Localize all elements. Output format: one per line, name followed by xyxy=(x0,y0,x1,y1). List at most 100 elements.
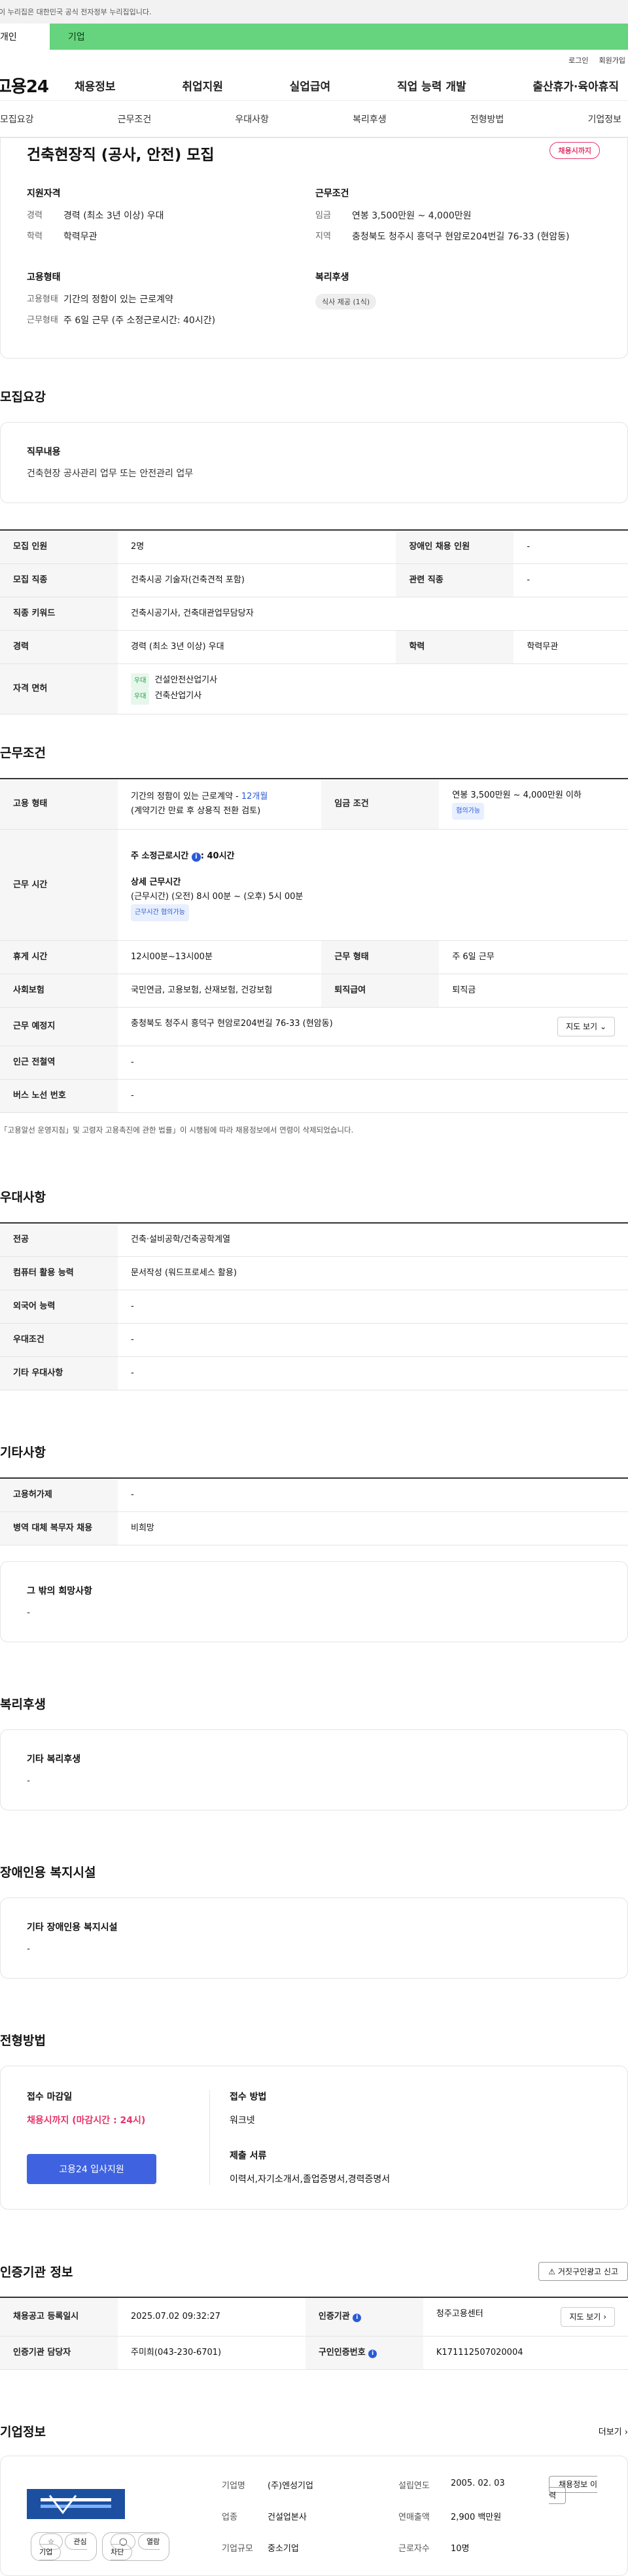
table-row: 고용 형태 기간의 정함이 있는 근로계약 - 12개월 (계약기간 만료 후 … xyxy=(0,779,628,830)
table-row: 기타 우대사항 - xyxy=(0,1356,628,1390)
agency-header: 인증기관 정보 ⚠ 거짓구인광고 신고 xyxy=(0,2262,628,2281)
apply-button[interactable]: 고용24 입사지원 xyxy=(27,2154,156,2184)
place-value: 충청북도 청주시 흥덕구 현암로204번길 76-33 (현암동) xyxy=(131,1019,333,1029)
cell-value: 건축·설비공학/건축공학계열 xyxy=(118,1223,628,1257)
table-row: 사회보험 국민연금, 고용보험, 산재보험, 건강보험 퇴직급여 퇴직금 xyxy=(0,974,628,1008)
hours-tag: 근무시간 협의가능 xyxy=(131,904,189,921)
cell-key: 인증기관 담당자 xyxy=(0,2336,118,2370)
chevron-right-icon: › xyxy=(624,2427,628,2437)
table-row: 휴게 시간 12시00분~13시00분 근무 형태 주 6일 근무 xyxy=(0,940,628,974)
etc-table: 고용허가제 - 병역 대체 복무자 채용 비희망 xyxy=(0,1477,628,1545)
more-link[interactable]: 더보기 › xyxy=(599,2425,628,2437)
duty-heading: 직무내용 xyxy=(27,447,61,457)
wish-heading: 그 밖의 희망사항 xyxy=(27,1586,92,1597)
qual-value: 경력 (최소 3년 이상) 우대 xyxy=(63,211,164,221)
emp-value: 기간의 정함이 있는 근로계약 xyxy=(63,294,173,305)
cond-value: 충청북도 청주시 흥덕구 현암로204번길 76-33 (현암동) xyxy=(352,232,570,242)
inst-key: 인증기관 xyxy=(318,2312,350,2321)
subnav-apply[interactable]: 전형방법 xyxy=(470,113,504,126)
cell-value: - xyxy=(118,1356,628,1390)
cell-value: 퇴직금 xyxy=(439,974,628,1008)
history-button[interactable]: 채용정보 이력 xyxy=(549,2476,598,2504)
join-link[interactable]: 회원가입 xyxy=(599,55,625,65)
subnav-work[interactable]: 근무조건 xyxy=(118,113,152,126)
block-button[interactable]: ◯ 열람차단 xyxy=(102,2532,169,2561)
section-nav: 모집요강 근무조건 우대사항 복리후생 전형방법 기업정보 xyxy=(0,101,628,137)
info-key: 기업규모 xyxy=(222,2544,253,2554)
cell-key: 근무 시간 xyxy=(0,829,118,941)
info-icon[interactable]: i xyxy=(191,852,201,862)
table-row: 병역 대체 복무자 채용 비희망 xyxy=(0,1511,628,1545)
welfare-heading: 복리후생 xyxy=(315,272,349,283)
cell-value: 비희망 xyxy=(118,1511,628,1545)
docs-text: 이력서,자기소개서,졸업증명서,경력증명서 xyxy=(230,2174,391,2185)
subnav-welfare[interactable]: 복리후생 xyxy=(353,113,387,126)
cell-key: 자격 면허 xyxy=(0,663,118,715)
apply-box: 접수 마감일 채용시까지 (마감시간 : 24시) 고용24 입사지원 접수 방… xyxy=(0,2066,628,2210)
info-value: (주)엔성기업 xyxy=(268,2481,313,2491)
cond-key: 임금 xyxy=(315,211,331,221)
cell-key: 버스 노선 번호 xyxy=(0,1079,118,1113)
table-row: 고용허가제 - xyxy=(0,1478,628,1512)
cell-key: 사회보험 xyxy=(0,974,118,1008)
hours-detail: (근무시간) (오전) 8시 00분 ~ (오후) 5시 00분 xyxy=(131,891,304,902)
wage-cell: 연봉 3,500만원 ~ 4,000만원 이하 협의가능 xyxy=(439,779,628,830)
info-icon[interactable]: i xyxy=(353,2314,362,2322)
favorite-button[interactable]: ☆ 관심기업 xyxy=(31,2532,97,2561)
login-link[interactable]: 로그인 xyxy=(568,55,588,65)
subnav-company[interactable]: 기업정보 xyxy=(587,113,621,126)
cell-value: 주 6일 근무 xyxy=(439,940,628,974)
gnb-item-parental-leave[interactable]: 출산휴가·육아휴직 xyxy=(532,77,619,94)
subnav-recruit[interactable]: 모집요강 xyxy=(0,113,34,126)
tab-corp[interactable]: 기업 xyxy=(50,24,628,50)
cell-value: 2명 xyxy=(118,530,396,564)
cell-value: - xyxy=(514,530,628,564)
table-row: 컴퓨터 활용 능력 문서작성 (워드프로세스 활용) xyxy=(0,1256,628,1290)
cell-key: 관련 직종 xyxy=(396,563,514,597)
wish-box: 그 밖의 희망사항 - xyxy=(0,1561,628,1642)
cell-value: - xyxy=(118,1079,628,1113)
cell-key: 임금 조건 xyxy=(321,779,440,830)
cell-key: 근무 예정지 xyxy=(0,1007,118,1046)
cell-value: 국민연금, 고용보험, 산재보험, 건강보험 xyxy=(118,974,322,1008)
cell-value: 학력무관 xyxy=(514,630,628,664)
user-type-tabs: 개인 기업 xyxy=(0,24,628,50)
cell-key: 우대조건 xyxy=(0,1323,118,1357)
age-note: 「고용알선 운영지침」및 고령자 고용촉진에 관한 법률」이 시행됨에 따라 채… xyxy=(0,1125,354,1135)
gnb-item-employment-support[interactable]: 취업지원 xyxy=(182,77,223,94)
subnav-pref[interactable]: 우대사항 xyxy=(235,113,269,126)
company-box: ☆ 관심기업 ◯ 열람차단 기업명 (주)엔성기업 설립연도 2005. 02. 0… xyxy=(0,2456,628,2576)
info-key: 기업명 xyxy=(222,2481,245,2491)
table-row: 근무 시간 주 소정근로시간 i: 40시간 상세 근무시간 (근무시간) (오… xyxy=(0,829,628,941)
cell-key: 전공 xyxy=(0,1223,118,1257)
inst-value: 청주고용센터 xyxy=(436,2309,483,2319)
emp-text: 기간의 정함이 있는 근로계약 - xyxy=(131,792,241,802)
welfare-box-heading: 기타 복리후생 xyxy=(27,1754,81,1765)
gnb-item-vocational-training[interactable]: 직업 능력 개발 xyxy=(397,77,466,94)
emp-note: (계약기간 만료 후 상용직 전환 검토) xyxy=(131,806,261,816)
site-logo[interactable]: 고용24 xyxy=(0,73,75,97)
cell-key: 고용 형태 xyxy=(0,779,118,830)
cell-key: 경력 xyxy=(0,630,118,664)
map-button[interactable]: 지도 보기 ⌄ xyxy=(557,1017,615,1036)
info-key: 설립연도 xyxy=(398,2481,430,2491)
duty-text: 건축현장 공사관리 업무 또는 안전관리 업무 xyxy=(27,468,194,479)
agency-map-button[interactable]: 지도 보기 › xyxy=(561,2307,615,2327)
cell-value: 경력 (최소 3년 이상) 우대 xyxy=(118,630,396,664)
inst-cell: 청주고용센터 지도 보기 › xyxy=(423,2297,628,2337)
company-section-title: 기업정보 xyxy=(0,2425,46,2439)
cell-key: 모집 직종 xyxy=(0,563,118,597)
emp-key: 고용형태 xyxy=(27,294,58,304)
cell-value: 문서작성 (워드프로세스 활용) xyxy=(118,1256,628,1290)
chevron-down-icon: ⌄ xyxy=(599,1022,606,1031)
info-icon[interactable]: i xyxy=(368,2350,377,2358)
gnb-item-unemployment-benefit[interactable]: 실업급여 xyxy=(290,77,331,94)
job-title: 건축현장직 (공사, 안전) 모집 xyxy=(27,147,215,164)
report-button[interactable]: ⚠ 거짓구인광고 신고 xyxy=(538,2262,628,2281)
gnb-item-jobs[interactable]: 채용정보 xyxy=(75,77,116,94)
cell-value: 2025.07.02 09:32:27 xyxy=(118,2297,305,2337)
emp-key: 근무형태 xyxy=(27,315,58,325)
tab-person[interactable]: 개인 xyxy=(0,24,50,50)
cell-key: 직종 키워드 xyxy=(0,597,118,631)
cell-key: 휴게 시간 xyxy=(0,940,118,974)
